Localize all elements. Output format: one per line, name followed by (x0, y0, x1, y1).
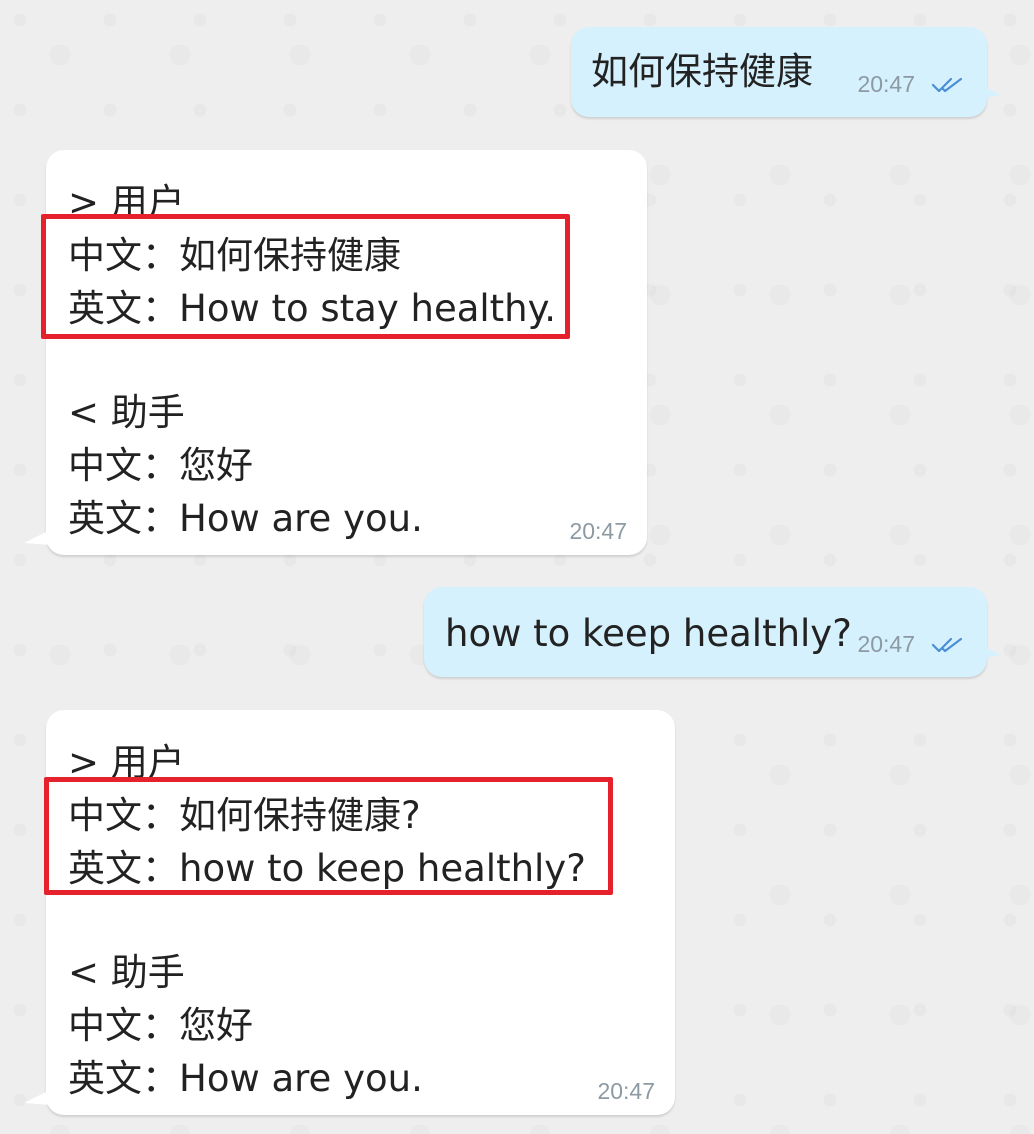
highlight-box (41, 214, 570, 339)
message-time: 20:47 (857, 631, 915, 657)
message-time: 20:47 (569, 518, 627, 544)
message-line: 中文：您好 (68, 1004, 253, 1047)
message-line: < 助手 (68, 951, 185, 994)
outgoing-message[interactable]: how to keep healthly? 20:47 (424, 587, 1001, 677)
message-time: 20:47 (597, 1078, 655, 1104)
message-line: 英文：How are you. (68, 1057, 423, 1100)
message-line: 英文：How are you. (68, 497, 423, 540)
highlight-box (44, 777, 613, 895)
message-line (68, 895, 586, 946)
message-line: < 助手 (68, 391, 185, 434)
message-text: 如何保持健康 (591, 50, 813, 93)
bubble-tail (981, 645, 1001, 659)
incoming-message[interactable]: > 用户 中文：如何保持健康? 英文：how to keep healthly?… (24, 710, 675, 1115)
read-double-check-icon (931, 637, 963, 652)
incoming-message[interactable]: > 用户 中文：如何保持健康 英文：How to stay healthy. <… (24, 150, 647, 555)
read-double-check-icon (931, 77, 963, 92)
outgoing-message[interactable]: 如何保持健康 20:47 (571, 27, 1001, 117)
message-meta: 20:47 (857, 631, 965, 658)
message-text: how to keep healthly? (445, 612, 852, 655)
message-time: 20:47 (857, 71, 915, 97)
message-line: 中文：您好 (68, 444, 253, 487)
message-meta: 20:47 (857, 71, 965, 98)
bubble-tail (24, 529, 52, 545)
bubble-tail (981, 85, 1001, 99)
bubble-tail (24, 1089, 52, 1105)
message-line (68, 335, 556, 386)
